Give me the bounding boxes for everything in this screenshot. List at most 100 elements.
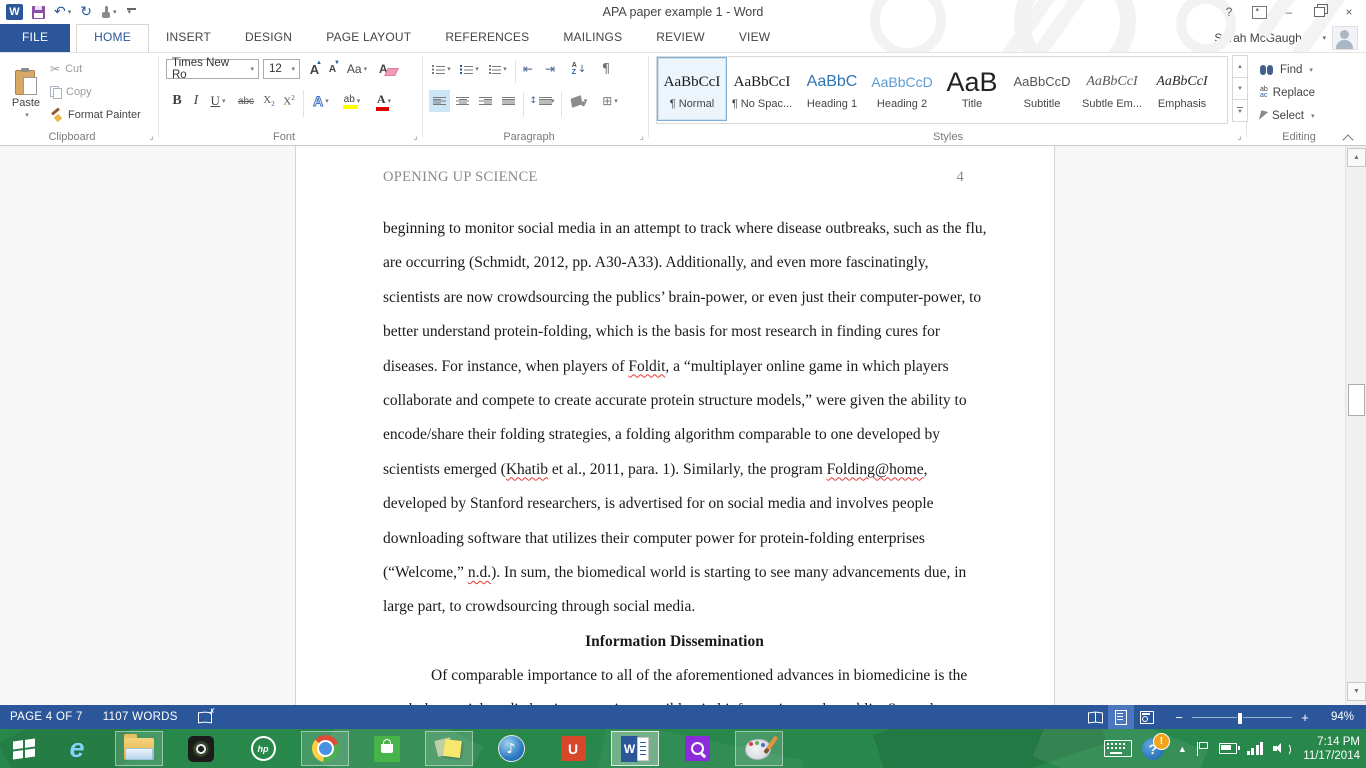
format-painter-button[interactable]: Format Painter [50,105,141,125]
battery-icon[interactable] [1219,743,1237,754]
find-button[interactable]: Find▾ [1260,60,1313,80]
sort-button[interactable]: AZ↓ [566,58,592,80]
borders-button[interactable]: ⊞▾ [596,90,624,112]
style-item-subtitle[interactable]: AaBbCcDSubtitle [1007,57,1077,121]
styles-scroll-up-button[interactable]: ▲ [1232,55,1248,78]
collapse-ribbon-button[interactable] [1344,133,1353,142]
tab-view[interactable]: VIEW [722,24,787,52]
font-color-button[interactable]: A▾ [371,90,397,112]
tab-references[interactable]: REFERENCES [428,24,546,52]
align-center-button[interactable] [452,90,473,112]
web-layout-button[interactable] [1134,705,1160,729]
speaker-icon[interactable] [1273,742,1289,755]
close-button[interactable]: × [1336,2,1362,22]
customize-qat-icon[interactable] [126,2,138,22]
font-name-combobox[interactable]: Times New Ro▾ [166,59,259,79]
bold-button[interactable]: B [168,90,186,112]
read-mode-button[interactable] [1082,705,1108,729]
align-left-button[interactable] [429,90,450,112]
style-item-emphasis[interactable]: AaBbCcIEmphasis [1147,57,1217,121]
network-signal-icon[interactable] [1247,742,1264,755]
tab-home[interactable]: HOME [76,24,149,52]
taskbar-sticky-notes[interactable] [418,729,480,768]
account-menu[interactable]: Sarah McGaughey ▾ [1214,24,1358,52]
proofing-status-icon[interactable]: ✗ [198,711,213,723]
document-page[interactable]: OPENING UP SCIENCE 4 beginning to monito… [295,146,1055,705]
style-item-normal[interactable]: AaBbCcI¶ Normal [657,57,727,121]
multilevel-list-button[interactable]: ▾ [485,58,510,80]
decrease-indent-button[interactable]: ⇤ [518,58,538,80]
touch-mode-icon[interactable]: ▾ [101,2,117,22]
word-count[interactable]: 1107 WORDS [103,711,178,723]
tab-review[interactable]: REVIEW [639,24,722,52]
taskbar-chrome[interactable] [294,729,356,768]
zoom-in-button[interactable]: + [1300,710,1310,725]
copy-button[interactable]: Copy [50,82,92,102]
print-layout-button[interactable] [1108,705,1134,729]
tab-page-layout[interactable]: PAGE LAYOUT [309,24,428,52]
superscript-button[interactable]: X2 [280,90,298,112]
taskbar-hp-app[interactable]: hp [232,729,294,768]
taskbar-red-app[interactable]: U [542,729,604,768]
start-button[interactable] [0,729,48,768]
taskbar-webcam-app[interactable] [170,729,232,768]
taskbar-itunes[interactable]: ♪ [480,729,542,768]
replace-button[interactable]: abac Replace [1260,83,1315,103]
zoom-slider-thumb[interactable] [1237,712,1243,725]
underline-button[interactable]: U▾ [206,90,230,112]
taskbar-windows-store[interactable] [356,729,418,768]
shading-button[interactable]: ▾ [565,90,593,112]
taskbar-word[interactable]: W [604,729,666,768]
zoom-out-button[interactable]: − [1174,710,1184,725]
styles-more-button[interactable]: ▼ [1232,99,1248,122]
undo-icon[interactable]: ↶▾ [54,2,71,22]
clipboard-dialog-launcher[interactable]: ⌟ [149,132,154,142]
taskbar-paint[interactable] [728,729,790,768]
increase-indent-button[interactable]: ⇥ [540,58,560,80]
grow-font-button[interactable]: A▲ [306,58,323,80]
ribbon-display-options-button[interactable] [1246,2,1272,22]
style-item-subtle-em[interactable]: AaBbCcISubtle Em... [1077,57,1147,121]
line-spacing-button[interactable]: ↕▾ [527,90,557,112]
help-button[interactable]: ? [1216,2,1242,22]
text-effects-button[interactable]: A▾ [308,90,334,112]
action-center-flag-icon[interactable] [1197,742,1209,756]
paste-button[interactable]: Paste ▾ [6,56,46,130]
scroll-up-button[interactable]: ▲ [1347,148,1366,167]
show-hidden-icons-button[interactable]: ▲ [1178,744,1187,754]
redo-icon[interactable]: ↻ [80,2,92,22]
select-button[interactable]: Select▾ [1260,106,1314,126]
style-item-title[interactable]: AaBTitle [937,57,1007,121]
bullets-button[interactable]: ▾ [429,58,454,80]
taskbar-clock[interactable]: 7:14 PM 11/17/2014 [1299,735,1360,763]
scroll-down-button[interactable]: ▼ [1347,682,1366,701]
subscript-button[interactable]: X2 [260,90,278,112]
vertical-scrollbar[interactable]: ▲ ▼ [1345,146,1366,705]
style-item-heading-1[interactable]: AaBbCHeading 1 [797,57,867,121]
taskbar-internet-explorer[interactable]: e [46,729,108,768]
justify-button[interactable] [498,90,519,112]
save-icon[interactable] [32,2,45,22]
hp-support-assistant-icon[interactable]: ? ! [1142,736,1168,762]
font-size-combobox[interactable]: 12▾ [263,59,300,79]
style-item-no-spac[interactable]: AaBbCcI¶ No Spac... [727,57,797,121]
font-dialog-launcher[interactable]: ⌟ [413,132,418,142]
numbering-button[interactable]: ▾ [457,58,482,80]
zoom-slider[interactable] [1192,717,1292,718]
show-hide-marks-button[interactable]: ¶ [596,58,616,80]
change-case-button[interactable]: Aa▾ [344,58,370,80]
tab-mailings[interactable]: MAILINGS [546,24,639,52]
tab-design[interactable]: DESIGN [228,24,309,52]
tab-file[interactable]: FILE [0,24,70,52]
restore-button[interactable] [1306,2,1332,22]
tab-insert[interactable]: INSERT [149,24,228,52]
paragraph-dialog-launcher[interactable]: ⌟ [639,132,644,142]
style-item-heading-2[interactable]: AaBbCcDHeading 2 [867,57,937,121]
cut-button[interactable]: ✂ Cut [50,59,82,79]
taskbar-file-explorer[interactable] [108,729,170,768]
page-indicator[interactable]: PAGE 4 OF 7 [10,711,83,723]
align-right-button[interactable] [475,90,496,112]
touch-keyboard-icon[interactable] [1104,740,1132,757]
styles-dialog-launcher[interactable]: ⌟ [1237,132,1242,142]
taskbar-search-app[interactable] [666,729,728,768]
